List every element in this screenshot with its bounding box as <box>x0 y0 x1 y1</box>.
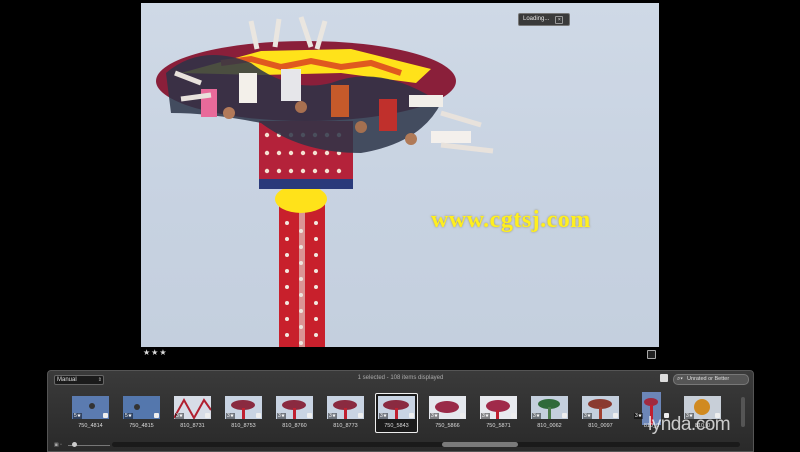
badge-icon <box>307 413 312 418</box>
badge-icon <box>256 413 261 418</box>
thumbnail-label: 750_5843 <box>384 423 409 429</box>
loading-label: Loading... <box>523 16 550 22</box>
thumbnail-label: 750_4814 <box>78 423 103 429</box>
rating-filter[interactable]: ⌕▾ Unrated or Better <box>673 374 749 385</box>
thumbnail-rating: 3★ <box>583 413 593 419</box>
thumbnail[interactable]: 3★ 810_0062 <box>531 396 568 429</box>
thumbnail-label: 750_4815 <box>129 423 154 429</box>
thumbnail-label: 750_5871 <box>486 423 511 429</box>
viewer-rating-bar: ★★★ <box>141 348 659 359</box>
thumbnail-rating: 3★ <box>277 413 287 419</box>
thumbnail-rating: 3★ <box>328 413 338 419</box>
thumbnail-selected[interactable]: 3★ 750_5843 <box>375 393 418 433</box>
thumbnail-rating: 3★ <box>481 413 491 419</box>
rating-stars[interactable]: ★★★ <box>143 348 168 357</box>
photo-ride <box>156 16 494 347</box>
thumbnail-strip: 5★ 750_4814 5★ 750_4815 3★ 810_8731 3★ 8… <box>48 389 740 437</box>
thumbnail-label: 810_8731 <box>180 423 205 429</box>
thumbnail-rating: 3★ <box>532 413 542 419</box>
badge-icon <box>511 413 516 418</box>
thumbnail[interactable]: 3★ 810_8773 <box>327 396 364 429</box>
watermark-text: www.cgtsj.com <box>431 207 591 233</box>
selection-status: 1 selected - 108 items displayed <box>357 375 444 381</box>
badge-icon <box>103 413 108 418</box>
thumbnail-rating: 3★ <box>175 413 185 419</box>
thumbnail-rating: 3★ <box>226 413 236 419</box>
badge-icon <box>613 413 618 418</box>
thumbnail-label: 810_8760 <box>282 423 307 429</box>
thumbnail[interactable]: 3★ 750_5866 <box>429 396 466 429</box>
thumbnail-label: 810_8773 <box>333 423 358 429</box>
horizontal-scroll-thumb[interactable] <box>442 442 518 447</box>
thumbnail-rating: 5★ <box>73 413 83 419</box>
rating-filter-value: Unrated or Better <box>687 376 730 382</box>
zoom-slider-knob[interactable] <box>72 442 77 447</box>
badge-icon <box>154 413 159 418</box>
thumbnail-rating: 5★ <box>124 413 134 419</box>
search-icon: ⌕▾ <box>677 376 683 382</box>
vertical-scroll-thumb[interactable] <box>741 397 745 427</box>
thumbnail-label: 750_5866 <box>435 423 460 429</box>
thumbnail-label: 810_0097 <box>588 423 613 429</box>
thumbnail-label: 810_8753 <box>231 423 256 429</box>
vertical-scrollbar[interactable] <box>740 391 746 435</box>
cancel-loading-icon[interactable]: × <box>555 15 564 24</box>
badge-icon <box>460 413 465 418</box>
lynda-logo: lynda.com <box>648 414 731 435</box>
thumbnail-label: 810_0062 <box>537 423 562 429</box>
horizontal-scrollbar[interactable] <box>112 442 740 447</box>
fit-view-icon[interactable] <box>647 350 656 359</box>
thumbnail-rating: 3★ <box>379 413 389 419</box>
photo-viewer[interactable]: Loading... × www.cgtsj.com <box>141 3 659 347</box>
trash-icon[interactable] <box>660 374 668 382</box>
thumbnail[interactable]: 5★ 750_4814 <box>72 396 109 429</box>
thumbnail[interactable]: 3★ 810_8760 <box>276 396 313 429</box>
badge-icon <box>562 413 567 418</box>
badge-icon <box>205 413 210 418</box>
badge-icon <box>409 413 414 418</box>
browser-footer: ▣ ▫ <box>48 439 753 450</box>
thumbnail[interactable]: 3★ 750_5871 <box>480 396 517 429</box>
badge-icon <box>358 413 363 418</box>
browser-toolbar: Manual ⇕ 1 selected - 108 items displaye… <box>48 371 753 385</box>
zoom-icon: ▣ ▫ <box>54 442 62 448</box>
thumbnail-rating: 3★ <box>430 413 440 419</box>
browser-panel: Manual ⇕ 1 selected - 108 items displaye… <box>47 370 754 452</box>
thumbnail[interactable]: 3★ 810_8753 <box>225 396 262 429</box>
thumbnail[interactable]: 3★ 810_0097 <box>582 396 619 429</box>
thumbnail[interactable]: 3★ 810_8731 <box>174 396 211 429</box>
thumbnail-rating: 3★ <box>634 413 644 419</box>
thumbnail[interactable]: 5★ 750_4815 <box>123 396 160 429</box>
loading-indicator: Loading... × <box>518 13 571 26</box>
